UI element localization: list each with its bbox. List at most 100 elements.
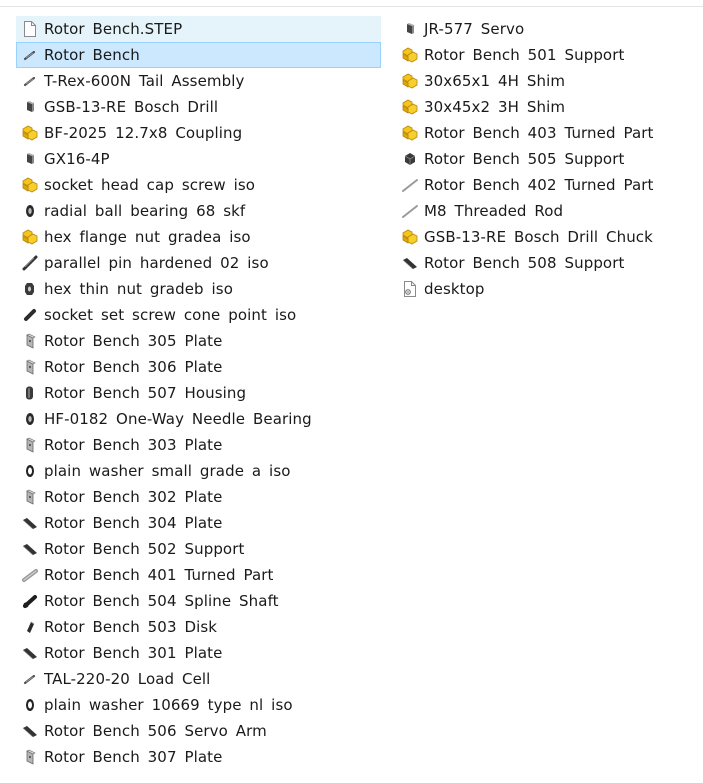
file-item-label: desktop xyxy=(424,280,485,298)
file-item-label: Rotor Bench 307 Plate xyxy=(44,748,223,766)
file-item-label: Rotor Bench 303 Plate xyxy=(44,436,223,454)
file-item[interactable]: 30x65x1 4H Shim xyxy=(396,68,696,94)
file-item[interactable]: Rotor Bench 307 Plate xyxy=(16,744,381,770)
bearing-icon xyxy=(21,202,39,220)
part-small-icon xyxy=(21,150,39,168)
file-item[interactable]: desktop xyxy=(396,276,696,302)
plate-light-icon xyxy=(21,332,39,350)
file-item[interactable]: JR-577 Servo xyxy=(396,16,696,42)
file-item-label: Rotor Bench 301 Plate xyxy=(44,644,223,662)
assembly-icon xyxy=(21,124,39,142)
file-item-label: Rotor Bench 306 Plate xyxy=(44,358,223,376)
plate-light-icon xyxy=(21,358,39,376)
file-item[interactable]: T-Rex-600N Tail Assembly xyxy=(16,68,381,94)
part-thin-icon xyxy=(21,46,39,64)
assembly-icon xyxy=(21,176,39,194)
top-divider xyxy=(0,6,703,7)
file-item-label: 30x65x1 4H Shim xyxy=(424,72,566,90)
file-item[interactable]: Rotor Bench 508 Support xyxy=(396,250,696,276)
pin-icon xyxy=(21,254,39,272)
file-item-label: Rotor Bench 508 Support xyxy=(424,254,625,272)
file-item-label: socket set screw cone point iso xyxy=(44,306,297,324)
rod-gray-icon xyxy=(21,566,39,584)
file-item[interactable]: socket head cap screw iso xyxy=(16,172,381,198)
file-item[interactable]: Rotor Bench 402 Turned Part xyxy=(396,172,696,198)
plate-light-icon xyxy=(21,436,39,454)
file-item[interactable]: GX16-4P xyxy=(16,146,381,172)
assembly-icon xyxy=(401,228,419,246)
file-item-label: Rotor Bench 403 Turned Part xyxy=(424,124,654,142)
bar-icon xyxy=(21,540,39,558)
file-item-label: Rotor Bench 402 Turned Part xyxy=(424,176,654,194)
file-item[interactable]: Rotor Bench 403 Turned Part xyxy=(396,120,696,146)
file-item-label: radial ball bearing 68 skf xyxy=(44,202,246,220)
file-item[interactable]: Rotor Bench 401 Turned Part xyxy=(16,562,381,588)
file-item[interactable]: Rotor Bench xyxy=(16,42,381,68)
file-item[interactable]: Rotor Bench.STEP xyxy=(16,16,381,42)
file-item-label: Rotor Bench 302 Plate xyxy=(44,488,223,506)
file-item-label: Rotor Bench 504 Spline Shaft xyxy=(44,592,279,610)
file-item-label: hex flange nut gradea iso xyxy=(44,228,251,246)
file-item[interactable]: BF-2025 12.7x8 Coupling xyxy=(16,120,381,146)
file-item[interactable]: parallel pin hardened 02 iso xyxy=(16,250,381,276)
file-item-label: socket head cap screw iso xyxy=(44,176,256,194)
file-item-label: plain washer small grade a iso xyxy=(44,462,291,480)
part-thin-icon xyxy=(21,670,39,688)
shaft-icon xyxy=(21,592,39,610)
file-item[interactable]: plain washer small grade a iso xyxy=(16,458,381,484)
screw-icon xyxy=(21,306,39,324)
file-item[interactable]: Rotor Bench 505 Support xyxy=(396,146,696,172)
file-item[interactable]: Rotor Bench 301 Plate xyxy=(16,640,381,666)
file-item[interactable]: Rotor Bench 306 Plate xyxy=(16,354,381,380)
file-item[interactable]: radial ball bearing 68 skf xyxy=(16,198,381,224)
file-item[interactable]: Rotor Bench 304 Plate xyxy=(16,510,381,536)
file-item-label: plain washer 10669 type nl iso xyxy=(44,696,293,714)
file-item-label: hex thin nut gradeb iso xyxy=(44,280,233,298)
file-item[interactable]: GSB-13-RE Bosch Drill xyxy=(16,94,381,120)
bar-icon xyxy=(21,514,39,532)
file-item-label: 30x45x2 3H Shim xyxy=(424,98,566,116)
washer-icon xyxy=(21,696,39,714)
file-item[interactable]: hex flange nut gradea iso xyxy=(16,224,381,250)
file-item[interactable]: hex thin nut gradeb iso xyxy=(16,276,381,302)
document-icon xyxy=(21,20,39,38)
assembly-icon xyxy=(21,228,39,246)
part-thin-icon xyxy=(21,72,39,90)
file-item[interactable]: Rotor Bench 503 Disk xyxy=(16,614,381,640)
part-small-icon xyxy=(401,20,419,38)
plate-light-icon xyxy=(21,488,39,506)
file-item[interactable]: Rotor Bench 302 Plate xyxy=(16,484,381,510)
file-item-label: Rotor Bench 304 Plate xyxy=(44,514,223,532)
desktop-file-icon xyxy=(401,280,419,298)
file-item-label: HF-0182 One-Way Needle Bearing xyxy=(44,410,312,428)
file-item[interactable]: Rotor Bench 305 Plate xyxy=(16,328,381,354)
file-item[interactable]: 30x45x2 3H Shim xyxy=(396,94,696,120)
file-item-label: Rotor Bench 507 Housing xyxy=(44,384,247,402)
file-item-label: GSB-13-RE Bosch Drill Chuck xyxy=(424,228,653,246)
file-item[interactable]: Rotor Bench 506 Servo Arm xyxy=(16,718,381,744)
assembly-icon xyxy=(401,98,419,116)
file-item[interactable]: TAL-220-20 Load Cell xyxy=(16,666,381,692)
file-item-label: Rotor Bench 503 Disk xyxy=(44,618,218,636)
file-item[interactable]: plain washer 10669 type nl iso xyxy=(16,692,381,718)
file-item-label: parallel pin hardened 02 iso xyxy=(44,254,269,272)
bar-icon xyxy=(21,644,39,662)
file-item[interactable]: Rotor Bench 303 Plate xyxy=(16,432,381,458)
file-item[interactable]: Rotor Bench 501 Support xyxy=(396,42,696,68)
file-item[interactable]: GSB-13-RE Bosch Drill Chuck xyxy=(396,224,696,250)
file-item-label: Rotor Bench.STEP xyxy=(44,20,183,38)
file-item-label: BF-2025 12.7x8 Coupling xyxy=(44,124,243,142)
file-item-label: M8 Threaded Rod xyxy=(424,202,564,220)
file-item-label: Rotor Bench 501 Support xyxy=(424,46,625,64)
file-item[interactable]: Rotor Bench 507 Housing xyxy=(16,380,381,406)
file-item-label: Rotor Bench 502 Support xyxy=(44,540,245,558)
file-item[interactable]: M8 Threaded Rod xyxy=(396,198,696,224)
file-item[interactable]: Rotor Bench 502 Support xyxy=(16,536,381,562)
file-item[interactable]: HF-0182 One-Way Needle Bearing xyxy=(16,406,381,432)
disk-icon xyxy=(21,618,39,636)
block-icon xyxy=(401,150,419,168)
part-small-icon xyxy=(21,98,39,116)
bar-icon xyxy=(401,254,419,272)
file-item[interactable]: socket set screw cone point iso xyxy=(16,302,381,328)
file-item[interactable]: Rotor Bench 504 Spline Shaft xyxy=(16,588,381,614)
